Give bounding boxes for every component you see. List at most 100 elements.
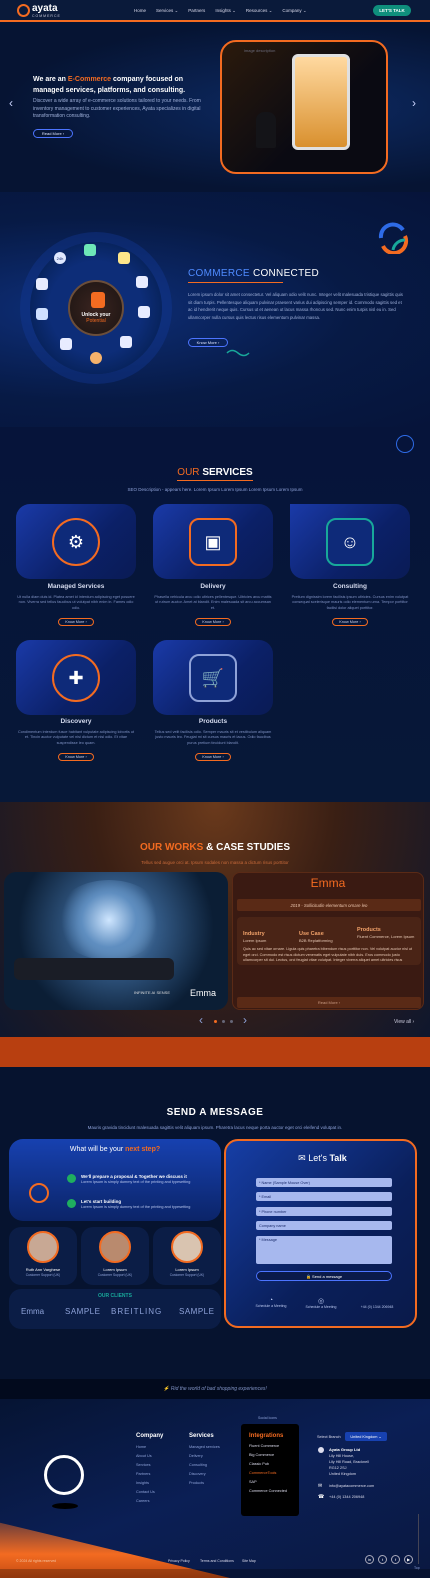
step-text: Lorem Ipsum is simply dummy text of the … [81,1180,191,1184]
nav-resources[interactable]: Resources ⌄ [246,8,273,14]
carousel-next-icon[interactable]: › [243,1013,247,1027]
privacy-link[interactable]: Privacy Policy [168,1559,190,1563]
footer-link-delivery[interactable]: Delivery [189,1454,203,1458]
service-card-products[interactable]: 🛒 [153,640,273,715]
delivery-icon: ▣ [189,518,237,566]
schedule-meeting-link[interactable]: ◔ Schedule a Meeting [250,1297,292,1308]
avatar [27,1231,59,1263]
integration-link[interactable]: Classic Pub [249,1462,269,1466]
footer-link-managed[interactable]: Managed services [189,1445,220,1449]
bolt-icon: ⚡ [163,1386,170,1392]
select-branch-label: Select Branch [317,1435,341,1439]
schedule-meeting-link[interactable]: ◎ Schedule a Meeting [300,1297,342,1309]
address-line: RG12 2SJ [329,1466,347,1470]
padlock-icon [91,292,105,308]
managed-services-icon: ⚙ [52,518,100,566]
service-card-consulting[interactable]: ☺ [290,504,410,579]
footer-link-services[interactable]: Services [136,1463,151,1467]
nav-insights[interactable]: Insights ⌄ [215,8,236,14]
twitter-icon[interactable]: t [378,1555,387,1564]
phone-link[interactable]: +44 (0) 1344 206948 [350,1305,404,1309]
branch-select[interactable]: United Kingdom ⌄ [345,1432,387,1441]
linkedin-icon[interactable]: in [365,1555,374,1564]
footer-link-consulting[interactable]: Consulting [189,1463,207,1467]
carousel-dot[interactable] [230,1020,233,1023]
integration-link[interactable]: Fluent Commerce [249,1444,279,1448]
service-know-more-button[interactable]: Know More › [195,753,231,761]
service-card-delivery[interactable]: ▣ [153,504,273,579]
service-card-discovery[interactable]: ✚ [16,640,136,715]
integrations-heading: Integrations [249,1433,284,1439]
hero-read-more-button[interactable]: Read More › [33,129,73,138]
service-know-more-button[interactable]: Know More › [332,618,368,626]
service-know-more-button[interactable]: Know More › [195,618,231,626]
lets-talk-button[interactable]: LET'S TALK [373,5,411,16]
connected-know-more-button[interactable]: Know More › [188,338,228,347]
step-title: Let's start building [81,1199,122,1204]
email-field[interactable]: * Email [256,1192,392,1201]
footer-email-link[interactable]: info@ayatacommerce.com [329,1484,374,1488]
brand-name[interactable]: ayata [32,3,58,14]
location-pin-icon [318,1447,324,1453]
discovery-icon: ✚ [52,654,100,702]
service-know-more-button[interactable]: Know More › [58,618,94,626]
address-company: Ayata Group Ltd [329,1447,361,1452]
integration-link[interactable]: CommerceTools [249,1471,276,1475]
footer-link-home[interactable]: Home [136,1445,146,1449]
footer-link-products[interactable]: Products [189,1481,204,1485]
nav-home[interactable]: Home [134,8,146,14]
footer-link-about[interactable]: About Us [136,1454,152,1458]
footer-link-insights[interactable]: Insights [136,1481,149,1485]
youtube-icon[interactable]: ▶ [404,1555,413,1564]
emma-logo: Emma [310,876,346,890]
company-heading: Company [136,1433,164,1439]
message-field[interactable]: * Message [256,1236,392,1264]
integration-link[interactable]: SAP [249,1480,257,1484]
footer-link-discovery[interactable]: Discovery [189,1472,206,1476]
service-name: Managed Services [47,583,105,590]
case-study-read-more-button[interactable]: Read More › [237,997,421,1008]
clock-icon: ◔ [268,1297,274,1304]
chat-icon: ◎ [317,1298,325,1305]
nav-services[interactable]: Services ⌄ [156,8,178,14]
cart-icon [138,306,150,318]
nav-partners[interactable]: Partners [188,8,205,14]
clients-card: OUR CLIENTS Emma SAMPLE BREITLING SAMPLE [9,1289,221,1329]
team-member-card: Ruth Ann Varghese Customer Support (UK) [9,1227,77,1285]
company-field[interactable]: Company name [256,1221,392,1230]
facebook-icon[interactable]: f [391,1555,400,1564]
phone-field[interactable]: * Phone number [256,1207,392,1216]
footer-link-careers[interactable]: Careers [136,1499,150,1503]
woman-figure [256,112,276,148]
footer-link-contact[interactable]: Contact Us [136,1490,155,1494]
nav-company[interactable]: Company ⌄ [282,8,306,14]
case-study-image: INFINITE AI SENSE Emma [4,872,228,1010]
service-know-more-button[interactable]: Know More › [58,753,94,761]
image-emma-logo: Emma [190,988,217,998]
ayata-mark-icon [29,1183,49,1203]
case-study-panel: 2019 - Sollicitudin elementum ornare leo… [232,872,424,1010]
carousel-dot[interactable] [222,1020,225,1023]
footer-link-partners[interactable]: Partners [136,1472,150,1476]
case-study-stats: Industry Lorem Ipsum Use Case B2B Replat… [237,917,421,965]
view-all-link[interactable]: View all › [394,1019,414,1025]
terms-link[interactable]: Terms and Conditions [200,1559,234,1563]
copyright-text: © 2024 All rights reserved [16,1559,57,1563]
hero-next-arrow-icon[interactable]: › [412,96,416,110]
integration-link[interactable]: Big Commerce [249,1453,274,1457]
orange-band-divider [0,1037,430,1067]
carousel-dot[interactable] [214,1020,217,1023]
hero-prev-arrow-icon[interactable]: ‹ [9,96,13,110]
integration-link[interactable]: Commerce Connected [249,1489,287,1493]
avatar [171,1231,203,1263]
scroll-top-line [418,1514,419,1564]
send-message-button[interactable]: 🔒 Send a message [256,1271,392,1281]
sitemap-link[interactable]: Site Map [242,1559,256,1563]
ayata-logo-icon[interactable] [17,4,30,17]
service-card-managed[interactable]: ⚙ [16,504,136,579]
footer-phone-link[interactable]: +44 (0) 1344 206948 [329,1495,364,1499]
integrations-panel: Integrations Fluent Commerce Big Commerc… [241,1424,299,1516]
name-field[interactable]: * Name (Sample Mouse Over) [256,1178,392,1187]
next-step-title: What will be your next step? [69,1146,161,1153]
carousel-prev-icon[interactable]: ‹ [199,1013,203,1027]
